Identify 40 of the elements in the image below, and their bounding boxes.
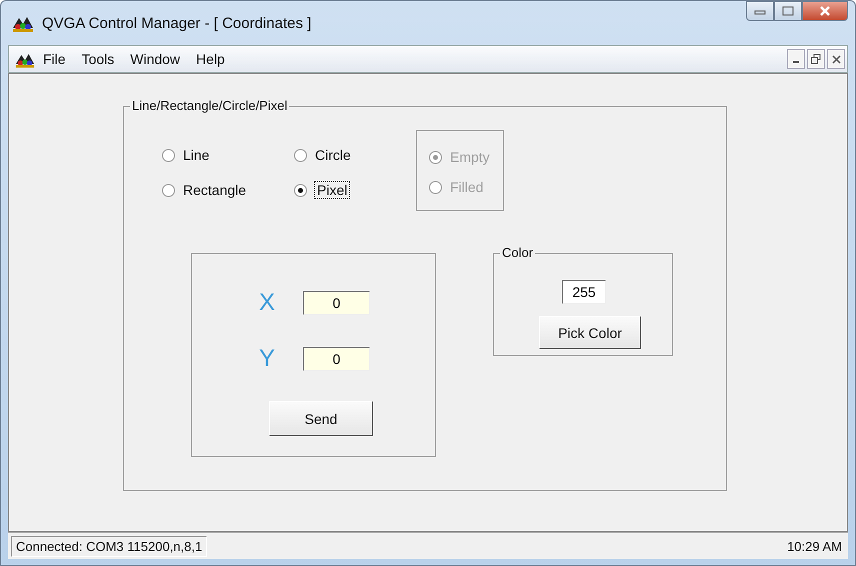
send-button[interactable]: Send xyxy=(269,401,373,436)
radio-label: Rectangle xyxy=(183,182,246,198)
pick-color-button[interactable]: Pick Color xyxy=(539,316,641,349)
radio-button[interactable] xyxy=(162,184,175,196)
close-button[interactable] xyxy=(802,1,848,21)
radio-label: Empty xyxy=(450,149,490,165)
child-restore-button[interactable] xyxy=(807,49,825,69)
radio-option[interactable]: Circle xyxy=(294,147,351,163)
radio-option[interactable]: Rectangle xyxy=(162,182,246,198)
radio-option[interactable]: Pixel xyxy=(294,182,350,198)
maximize-icon xyxy=(782,6,794,16)
radio-button[interactable] xyxy=(294,184,307,196)
radio-label: Pixel xyxy=(315,182,350,198)
close-icon xyxy=(819,6,831,16)
axis-label: X xyxy=(259,290,276,316)
menu-item[interactable]: File xyxy=(35,51,74,67)
group-title: Color xyxy=(500,245,536,260)
radio-button[interactable] xyxy=(162,148,175,162)
radio-label: Filled xyxy=(450,179,484,195)
window-title: QVGA Control Manager - [ Coordinates ] xyxy=(42,14,312,32)
menu-item[interactable]: Window xyxy=(122,51,188,67)
status-time: 10:29 AM xyxy=(787,538,842,554)
radio-label: Line xyxy=(183,147,210,163)
radio-label: Circle xyxy=(315,147,351,163)
child-minimize-button[interactable] xyxy=(787,49,805,69)
connection-status: Connected: COM3 115200,n,8,1 xyxy=(11,536,208,556)
child-close-button[interactable] xyxy=(827,49,845,69)
minimize-button[interactable] xyxy=(746,1,774,21)
group-title: Line/Rectangle/Circle/Pixel xyxy=(130,98,290,113)
axis-label: Y xyxy=(259,346,276,372)
radio-option[interactable]: Line xyxy=(162,147,210,163)
close-icon xyxy=(832,54,840,64)
restore-icon xyxy=(811,54,821,64)
color-value-field[interactable]: 255 xyxy=(562,280,606,304)
radio-button[interactable] xyxy=(294,148,307,162)
menu-item[interactable]: Help xyxy=(188,51,233,67)
coordinate-field[interactable]: 0 xyxy=(303,347,370,371)
maximize-button[interactable] xyxy=(774,1,802,21)
menu-item[interactable]: Tools xyxy=(74,51,122,67)
coordinate-field[interactable]: 0 xyxy=(303,291,370,315)
